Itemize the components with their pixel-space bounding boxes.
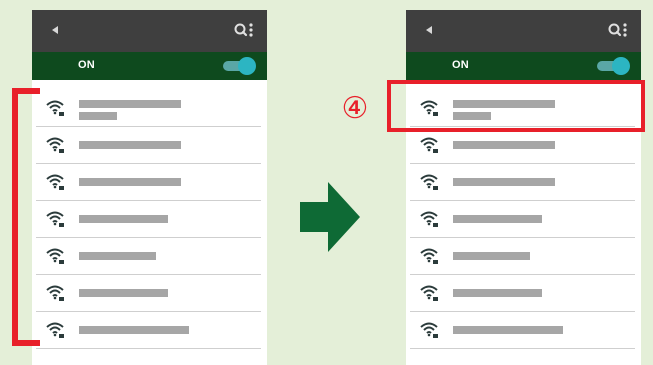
network-row[interactable] [36,164,261,201]
network-name-placeholder [453,252,530,260]
phone-screen-after: ON [406,10,641,365]
wifi-lock-icon [46,320,66,340]
wifi-toggle[interactable] [597,57,630,75]
network-name-placeholder [79,326,189,334]
toggle-knob [238,57,256,75]
network-name-placeholder [79,141,181,149]
wifi-status-bar: ON [406,52,641,80]
highlighted-network [387,80,645,132]
wifi-lock-icon [46,98,66,118]
wifi-lock-icon [420,135,440,155]
toolbar [32,10,267,52]
network-row[interactable] [410,127,635,164]
network-row[interactable] [36,201,261,238]
network-row[interactable] [36,275,261,312]
wifi-lock-icon [420,209,440,229]
toolbar [406,10,641,52]
phone-screen-before: ON [32,10,267,365]
wifi-lock-icon [46,135,66,155]
network-name-placeholder [453,141,555,149]
network-row[interactable] [410,312,635,349]
network-name-placeholder [453,178,555,186]
network-name-placeholder [79,100,181,108]
wifi-lock-icon [420,246,440,266]
wifi-lock-icon [46,172,66,192]
wifi-state-label: ON [78,59,95,71]
network-row[interactable] [410,275,635,312]
search-menu-icons[interactable] [607,22,629,40]
network-list [32,90,267,349]
wifi-state-label: ON [452,59,469,71]
network-row[interactable] [410,201,635,238]
network-row[interactable] [410,238,635,275]
toggle-knob [612,57,630,75]
network-name-placeholder [453,326,563,334]
wifi-lock-icon [46,283,66,303]
search-menu-icons[interactable] [233,22,255,40]
network-row[interactable] [410,164,635,201]
network-name-placeholder [453,215,542,223]
network-name-placeholder [453,289,542,297]
network-row[interactable] [36,90,261,127]
network-name-placeholder [79,215,168,223]
wifi-lock-icon [420,172,440,192]
network-row[interactable] [36,238,261,275]
wifi-lock-icon [420,320,440,340]
network-name-placeholder [79,252,156,260]
arrow-right-icon [300,182,360,252]
wifi-lock-icon [46,209,66,229]
network-name-placeholder [79,289,168,297]
selection-bracket [12,88,40,346]
step-number-badge: ④ [341,91,369,126]
wifi-lock-icon [46,246,66,266]
wifi-toggle[interactable] [223,57,256,75]
network-name-placeholder [79,178,181,186]
network-row[interactable] [36,312,261,349]
wifi-lock-icon [420,283,440,303]
network-status-placeholder [79,112,117,120]
back-icon[interactable] [52,26,58,34]
wifi-status-bar: ON [32,52,267,80]
back-icon[interactable] [426,26,432,34]
network-row[interactable] [36,127,261,164]
